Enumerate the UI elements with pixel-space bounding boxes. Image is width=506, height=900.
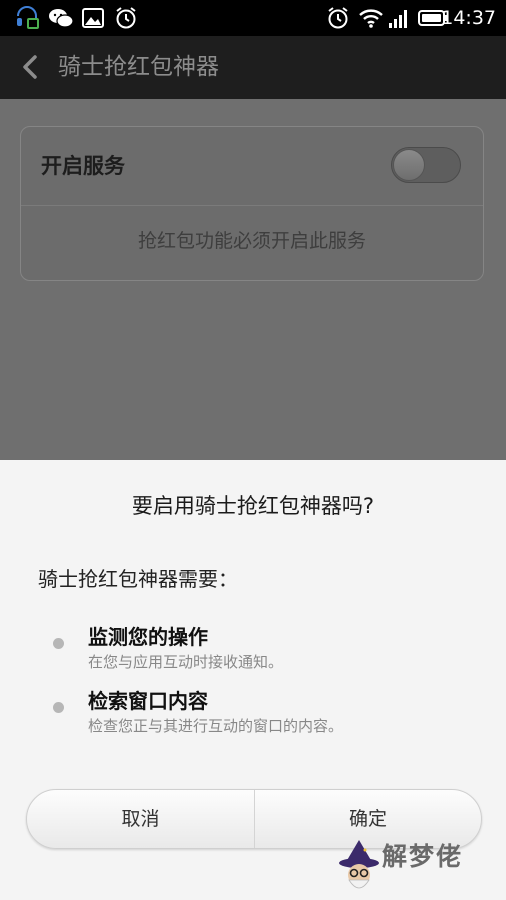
service-card: 开启服务 抢红包功能必须开启此服务 — [20, 126, 484, 281]
cancel-button[interactable]: 取消 — [27, 790, 254, 848]
permission-title: 监测您的操作 — [88, 625, 208, 649]
service-description: 抢红包功能必须开启此服务 — [137, 230, 366, 252]
chevron-left-icon[interactable] — [16, 52, 46, 82]
alarm-icon — [116, 7, 136, 29]
permission-description: 检查您正与其进行互动的窗口的内容。 — [88, 717, 344, 735]
service-row[interactable]: 开启服务 — [21, 127, 483, 206]
notification-app-icon — [17, 6, 39, 29]
wizard-mascot-icon — [339, 840, 379, 889]
watermark-logo: 解梦佬 — [336, 838, 502, 896]
signal-icon — [389, 10, 407, 28]
dialog-title: 要启用骑士抢红包神器吗? — [131, 494, 375, 518]
service-toggle[interactable] — [391, 147, 461, 183]
status-bar: 14:37 — [0, 0, 506, 36]
wifi-icon — [359, 9, 383, 28]
status-time: 14:37 — [441, 7, 496, 29]
bullet-icon — [53, 702, 64, 713]
dialog-intro: 骑士抢红包神器需要： — [38, 567, 238, 591]
alarm-icon — [328, 7, 348, 29]
bullet-icon — [53, 638, 64, 649]
service-label: 开启服务 — [41, 154, 125, 178]
permission-title: 检索窗口内容 — [88, 689, 208, 713]
toggle-knob — [393, 149, 425, 181]
settings-content: 开启服务 抢红包功能必须开启此服务 — [0, 99, 506, 460]
watermark-text: 解梦佬 — [382, 842, 464, 871]
wechat-icon — [49, 9, 74, 28]
action-bar: 骑士抢红包神器 — [0, 36, 506, 99]
page-title: 骑士抢红包神器 — [58, 54, 219, 80]
permission-dialog: 要启用骑士抢红包神器吗? 骑士抢红包神器需要： 监测您的操作 在您与应用互动时接… — [0, 460, 506, 900]
permission-description: 在您与应用互动时接收通知。 — [88, 653, 284, 671]
image-icon — [82, 8, 104, 28]
